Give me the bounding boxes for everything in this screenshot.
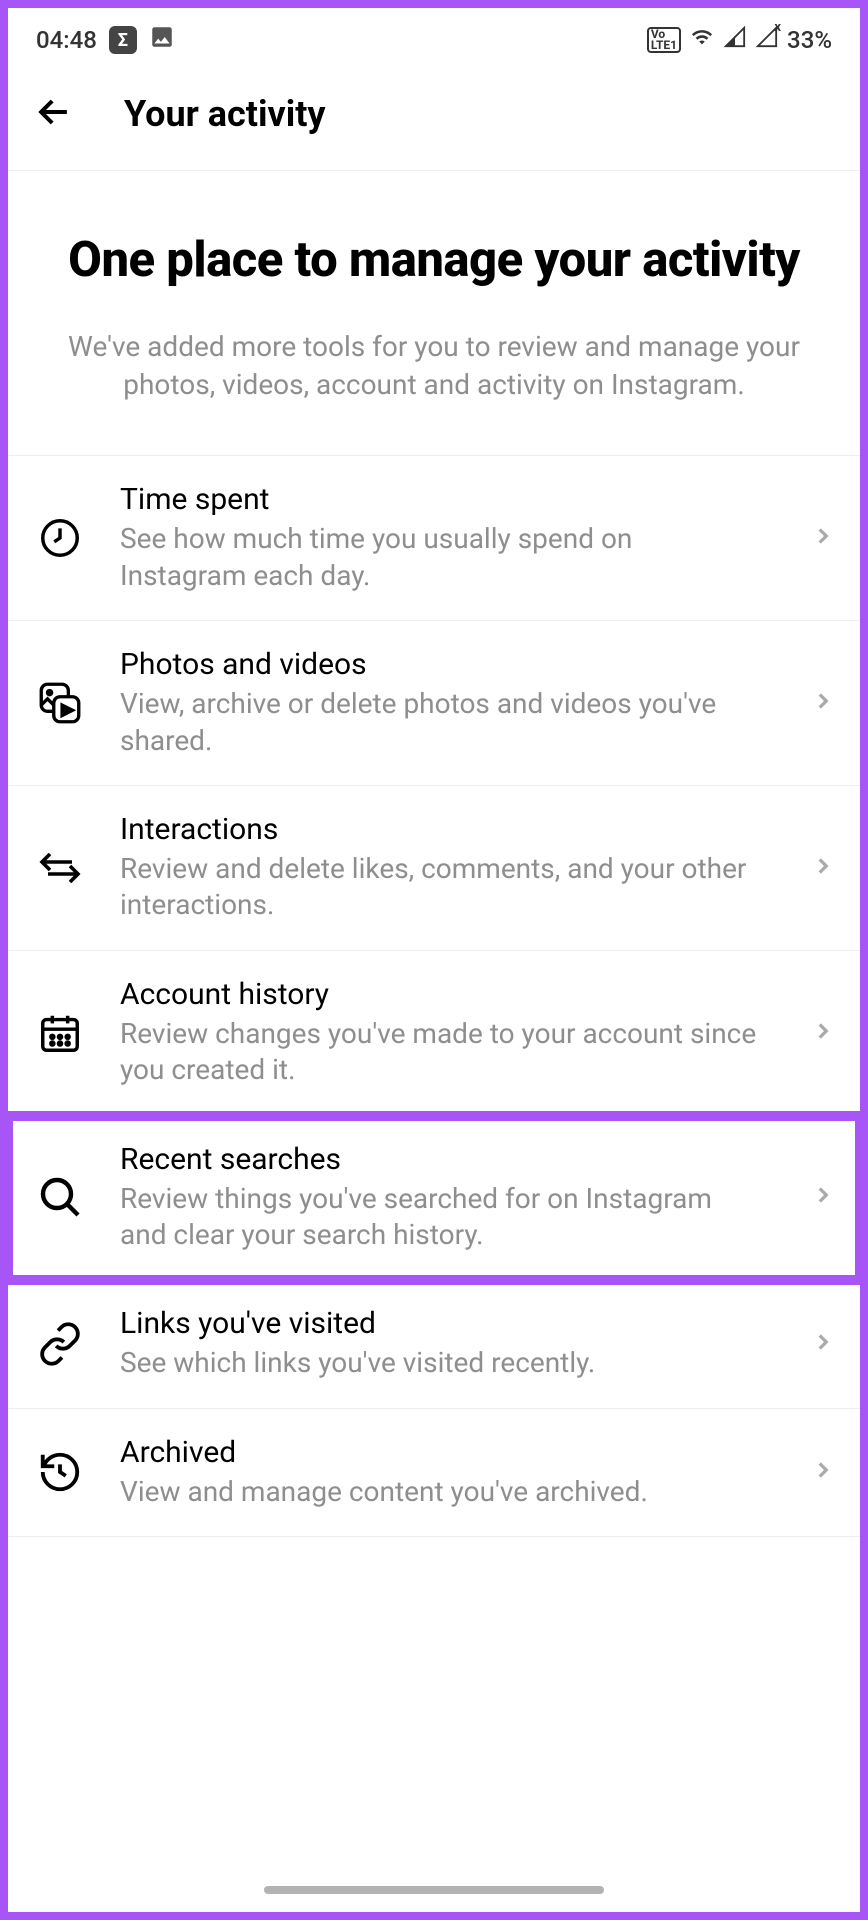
app-header: Your activity [8,66,860,171]
media-icon [32,678,88,728]
intro-description: We've added more tools for you to review… [40,328,828,404]
calendar-icon [32,1010,88,1056]
signal-icon-1 [723,26,747,54]
item-description: See how much time you usually spend on I… [120,521,758,594]
activity-list: Time spent See how much time you usually… [8,455,860,1537]
item-description: Review changes you've made to your accou… [120,1016,758,1089]
chevron-right-icon [810,1457,836,1487]
item-description: View, archive or delete photos and video… [120,686,758,759]
status-bar: 04:48 Σ VoLTE1 x 33% [8,8,860,66]
list-item-interactions[interactable]: Interactions Review and delete likes, co… [8,786,860,951]
item-title: Photos and videos [120,647,758,682]
chevron-right-icon [810,1329,836,1359]
clock-icon [32,515,88,561]
link-icon [32,1321,88,1367]
item-title: Recent searches [120,1142,758,1177]
chevron-right-icon [810,1018,836,1048]
item-title: Links you've visited [120,1306,758,1341]
list-item-archived[interactable]: Archived View and manage content you've … [8,1409,860,1537]
item-description: Review and delete likes, comments, and y… [120,851,758,924]
app-icon-sigma: Σ [109,26,137,54]
search-icon [32,1173,88,1221]
item-title: Interactions [120,812,758,847]
list-item-account-history[interactable]: Account history Review changes you've ma… [8,951,860,1116]
home-indicator[interactable] [264,1886,604,1894]
list-item-time-spent[interactable]: Time spent See how much time you usually… [8,456,860,621]
wifi-icon [689,26,715,54]
back-arrow-icon[interactable] [32,90,76,138]
battery-percent: 33% [787,26,832,54]
page-title: Your activity [124,93,326,135]
volte-icon: VoLTE1 [647,27,681,53]
chevron-right-icon [810,523,836,553]
item-description: View and manage content you've archived. [120,1474,758,1510]
item-description: Review things you've searched for on Ins… [120,1181,758,1254]
list-item-photos-videos[interactable]: Photos and videos View, archive or delet… [8,621,860,786]
arrows-swap-icon [32,844,88,892]
intro-title: One place to manage your activity [40,231,828,290]
item-title: Time spent [120,482,758,517]
item-title: Account history [120,977,758,1012]
photos-icon [149,24,175,56]
chevron-right-icon [810,853,836,883]
list-item-recent-searches[interactable]: Recent searches Review things you've sea… [8,1116,860,1281]
list-item-links-visited[interactable]: Links you've visited See which links you… [8,1280,860,1408]
item-title: Archived [120,1435,758,1470]
intro-section: One place to manage your activity We've … [8,171,860,455]
signal-icon-2: x [755,26,779,54]
history-icon [32,1449,88,1495]
status-time: 04:48 [36,26,97,54]
chevron-right-icon [810,688,836,718]
chevron-right-icon [810,1182,836,1212]
item-description: See which links you've visited recently. [120,1345,758,1381]
